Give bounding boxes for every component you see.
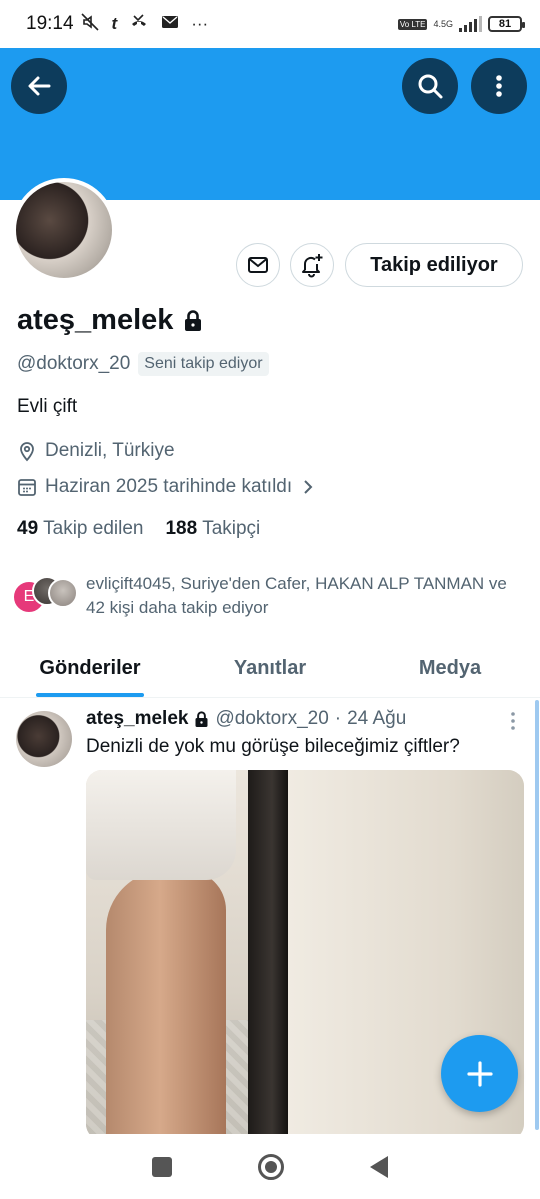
following-count: 49 — [17, 518, 39, 539]
system-status: Vo LTE 4.5G 81 — [397, 16, 525, 32]
joined-row[interactable]: Haziran 2025 tarihinde katıldı — [17, 476, 316, 498]
search-icon — [418, 74, 443, 99]
follows-you-badge: Seni takip ediyor — [138, 352, 269, 376]
profile-tabs: Gönderiler Yanıtlar Medya — [0, 640, 540, 698]
follow-stats: 49 Takip edilen 188 Takipçi — [17, 518, 260, 540]
notify-button[interactable] — [290, 243, 334, 287]
plus-icon — [466, 1060, 493, 1087]
more-dots-icon: ··· — [191, 14, 209, 33]
tweet-avatar[interactable] — [16, 711, 72, 767]
tab-posts[interactable]: Gönderiler — [0, 640, 180, 697]
app-icon: t — [111, 14, 118, 33]
arrow-left-icon — [28, 76, 51, 96]
tweet-date: 24 Ağu — [347, 708, 407, 729]
tweet-header: ateş_melek @doktorx_20 · 24 Ağu — [86, 708, 526, 730]
volte-icon: Vo LTE — [397, 18, 428, 30]
system-nav-bar — [0, 1134, 540, 1199]
search-button[interactable] — [402, 58, 458, 114]
mutual-avatar — [48, 578, 78, 608]
followers-stat[interactable]: 188 Takipçi — [165, 518, 260, 540]
envelope-icon — [248, 257, 268, 273]
missed-call-icon — [129, 12, 149, 37]
back-triangle-icon[interactable] — [370, 1155, 388, 1178]
notification-icons: t ··· — [80, 12, 209, 37]
following-label: Takip edilen — [43, 518, 144, 539]
tweet-author-name[interactable]: ateş_melek — [86, 708, 188, 730]
tweet-author-handle: @doktorx_20 — [215, 708, 329, 729]
lock-icon — [195, 710, 208, 727]
more-options-button[interactable] — [471, 58, 527, 114]
recents-icon[interactable] — [152, 1156, 172, 1177]
message-button[interactable] — [236, 243, 280, 287]
back-button[interactable] — [11, 58, 67, 114]
location-text: Denizli, Türkiye — [45, 440, 175, 461]
more-vertical-icon — [511, 712, 515, 730]
profile-banner — [0, 48, 540, 200]
scrollbar[interactable] — [535, 700, 539, 1130]
mutual-avatars: E — [12, 572, 78, 616]
profile-handle: @doktorx_20 — [17, 353, 131, 374]
compose-button[interactable] — [441, 1035, 518, 1112]
profile-name-row: ateş_melek — [17, 304, 203, 337]
lock-icon — [185, 309, 202, 331]
following-stat[interactable]: 49 Takip edilen — [17, 518, 143, 540]
status-time: 19:14 — [26, 13, 74, 34]
joined-text: Haziran 2025 tarihinde katıldı — [45, 476, 293, 497]
profile-name: ateş_melek — [17, 304, 174, 336]
more-vertical-icon — [496, 75, 502, 97]
image-shirt — [86, 770, 236, 880]
calendar-icon — [18, 479, 36, 496]
mutual-followers[interactable]: E evliçift4045, Suriye'den Cafer, HAKAN … — [12, 572, 526, 620]
handle-row: @doktorx_20 Seni takip ediyor — [17, 352, 269, 376]
followers-label: Takipçi — [202, 518, 261, 539]
tab-media[interactable]: Medya — [360, 640, 540, 697]
status-bar: 19:14 t ··· Vo LTE 4.5G 81 — [0, 0, 540, 48]
network-type: 4.5G — [433, 19, 453, 29]
profile-bio: Evli çift — [17, 396, 78, 417]
image-door-frame — [248, 770, 288, 1140]
tweet-text: Denizli de yok mu görüşe bileceğimiz çif… — [86, 736, 460, 757]
image-figure — [106, 870, 226, 1140]
tab-replies[interactable]: Yanıtlar — [180, 640, 360, 697]
tweet-separator: · — [334, 708, 342, 729]
chevron-right-icon — [304, 480, 313, 494]
battery-icon: 81 — [488, 16, 525, 32]
signal-icon — [459, 16, 482, 32]
following-button[interactable]: Takip ediliyor — [345, 243, 523, 287]
location-pin-icon — [20, 442, 34, 462]
location-row: Denizli, Türkiye — [17, 440, 175, 462]
bell-plus-icon — [302, 254, 323, 278]
mutual-followers-text: evliçift4045, Suriye'den Cafer, HAKAN AL… — [86, 574, 507, 617]
profile-avatar[interactable] — [12, 178, 116, 282]
mute-icon — [80, 12, 100, 37]
followers-count: 188 — [165, 518, 198, 539]
home-icon[interactable] — [258, 1153, 284, 1180]
mail-icon — [161, 14, 179, 35]
tweet-more-button[interactable] — [508, 710, 518, 737]
